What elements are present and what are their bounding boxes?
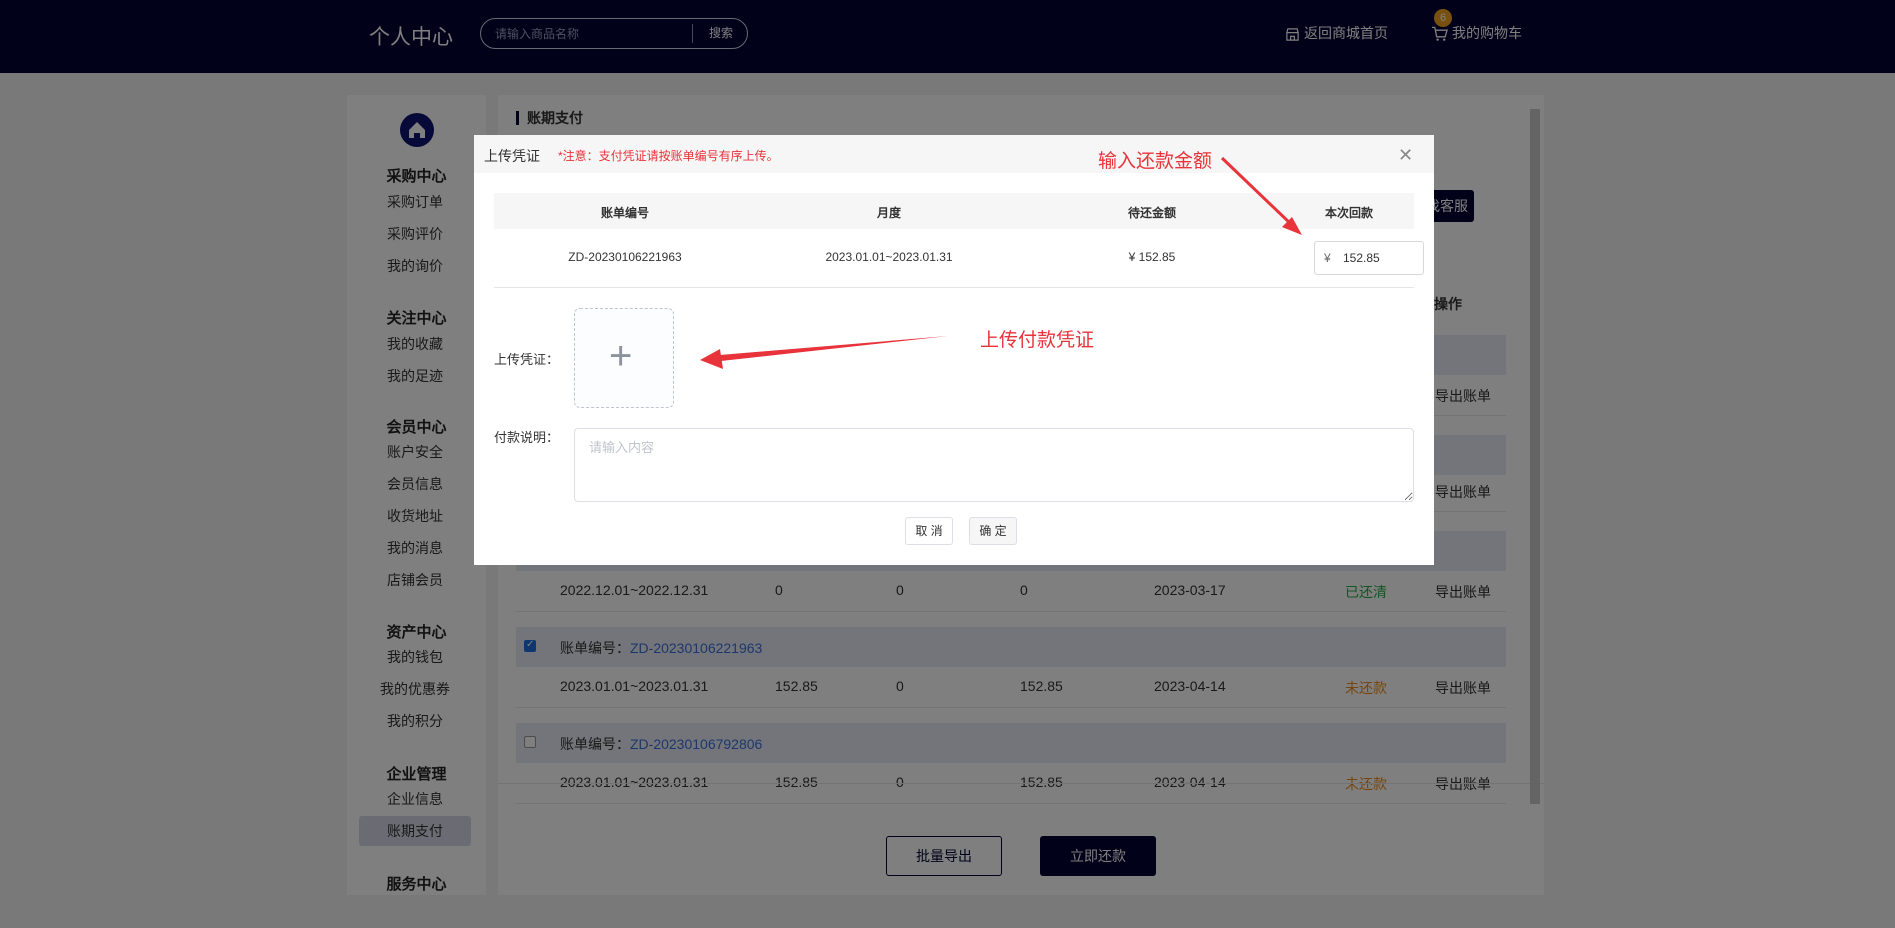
dialog-note: *注意：支付凭证请按账单编号有序上传。 [558, 149, 779, 163]
annotation-enter-amount: 输入还款金额 [1098, 151, 1213, 172]
dialog-title: 上传凭证 [484, 148, 540, 164]
repay-amount-input[interactable] [1343, 248, 1415, 268]
cancel-button[interactable]: 取 消 [905, 517, 953, 545]
dialog-header: 上传凭证 *注意：支付凭证请按账单编号有序上传。 ✕ [474, 135, 1434, 173]
annotation-upload-voucher: 上传付款凭证 [980, 330, 1095, 351]
close-icon[interactable]: ✕ [1398, 145, 1413, 166]
row-month: 2023.01.01~2023.01.31 [825, 250, 953, 264]
confirm-button[interactable]: 确 定 [969, 517, 1017, 545]
row-due-amount: ¥ 152.85 [1128, 250, 1176, 264]
currency-prefix: ¥ [1324, 251, 1331, 265]
th-repay-amount: 本次回款 [1324, 206, 1374, 220]
th-bill-number: 账单编号 [600, 206, 650, 220]
repay-amount-field: ¥ [1314, 241, 1424, 275]
row-bill-number: ZD-20230106221963 [568, 250, 682, 264]
dialog-table-row: ZD-20230106221963 2023.01.01~2023.01.31 … [494, 229, 1424, 288]
upload-voucher-label: 上传凭证： [494, 352, 560, 367]
th-due-amount: 待还金额 [1127, 206, 1177, 220]
payment-note-textarea[interactable] [574, 428, 1414, 502]
dialog-table-header: 账单编号 月度 待还金额 本次回款 [494, 193, 1414, 229]
upload-voucher-dialog: 上传凭证 *注意：支付凭证请按账单编号有序上传。 ✕ 账单编号 月度 待还金额 … [474, 135, 1434, 565]
payment-note-label: 付款说明： [494, 430, 560, 445]
upload-voucher-box[interactable]: + [574, 308, 674, 408]
plus-icon: + [609, 334, 633, 378]
th-month: 月度 [876, 206, 902, 220]
